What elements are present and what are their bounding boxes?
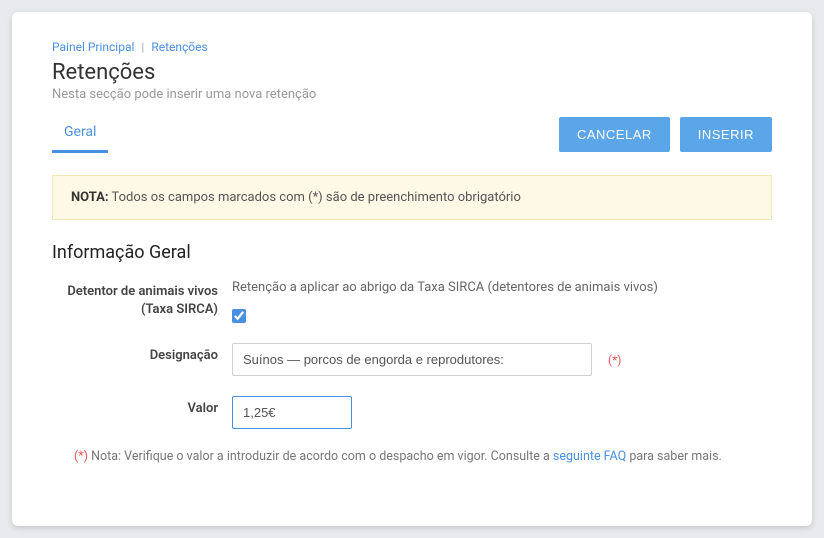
control-valor [232,396,772,429]
label-detentor: Detentor de animais vivos (Taxa SIRCA) [52,279,232,318]
form-row-detentor: Detentor de animais vivos (Taxa SIRCA) R… [52,279,772,323]
cancel-button[interactable]: CANCELAR [559,117,670,152]
footnote-text-post: para saber mais. [626,449,722,464]
page-subtitle: Nesta secção pode inserir uma nova reten… [52,87,772,102]
input-valor[interactable] [232,396,352,429]
form-row-designacao: Designação (*) [52,343,772,376]
breadcrumb-link-retencoes[interactable]: Retenções [151,40,207,54]
page-title: Retenções [52,60,772,85]
main-card: Painel Principal | Retenções Retenções N… [12,12,812,526]
tab-geral[interactable]: Geral [52,116,108,153]
insert-button[interactable]: INSERIR [680,117,772,152]
footnote-asterisk: (*) [74,449,88,464]
checkbox-detentor[interactable] [232,309,246,323]
control-detentor: Retenção a aplicar ao abrigo da Taxa SIR… [232,279,772,323]
footnote-text-pre: Nota: Verifique o valor a introduzir de … [88,449,553,464]
required-mark-designacao: (*) [608,353,621,367]
breadcrumb-link-painel[interactable]: Painel Principal [52,40,134,54]
footnote: (*) Nota: Verifique o valor a introduzir… [52,449,772,464]
control-designacao: (*) [232,343,772,376]
breadcrumb: Painel Principal | Retenções [52,40,772,54]
form-row-valor: Valor [52,396,772,429]
footnote-link-faq[interactable]: seguinte FAQ [553,449,626,464]
note-text: Todos os campos marcados com (*) são de … [109,190,521,205]
input-designacao[interactable] [232,343,592,376]
help-text-detentor: Retenção a aplicar ao abrigo da Taxa SIR… [232,279,658,297]
section-title: Informação Geral [52,242,772,263]
breadcrumb-separator: | [141,40,144,54]
label-designacao: Designação [52,343,232,365]
tabs: Geral [52,116,108,153]
tab-row: Geral CANCELAR INSERIR [52,116,772,153]
note-box: NOTA: Todos os campos marcados com (*) s… [52,175,772,220]
label-valor: Valor [52,396,232,418]
note-label: NOTA: [71,190,109,205]
action-buttons: CANCELAR INSERIR [559,117,772,152]
